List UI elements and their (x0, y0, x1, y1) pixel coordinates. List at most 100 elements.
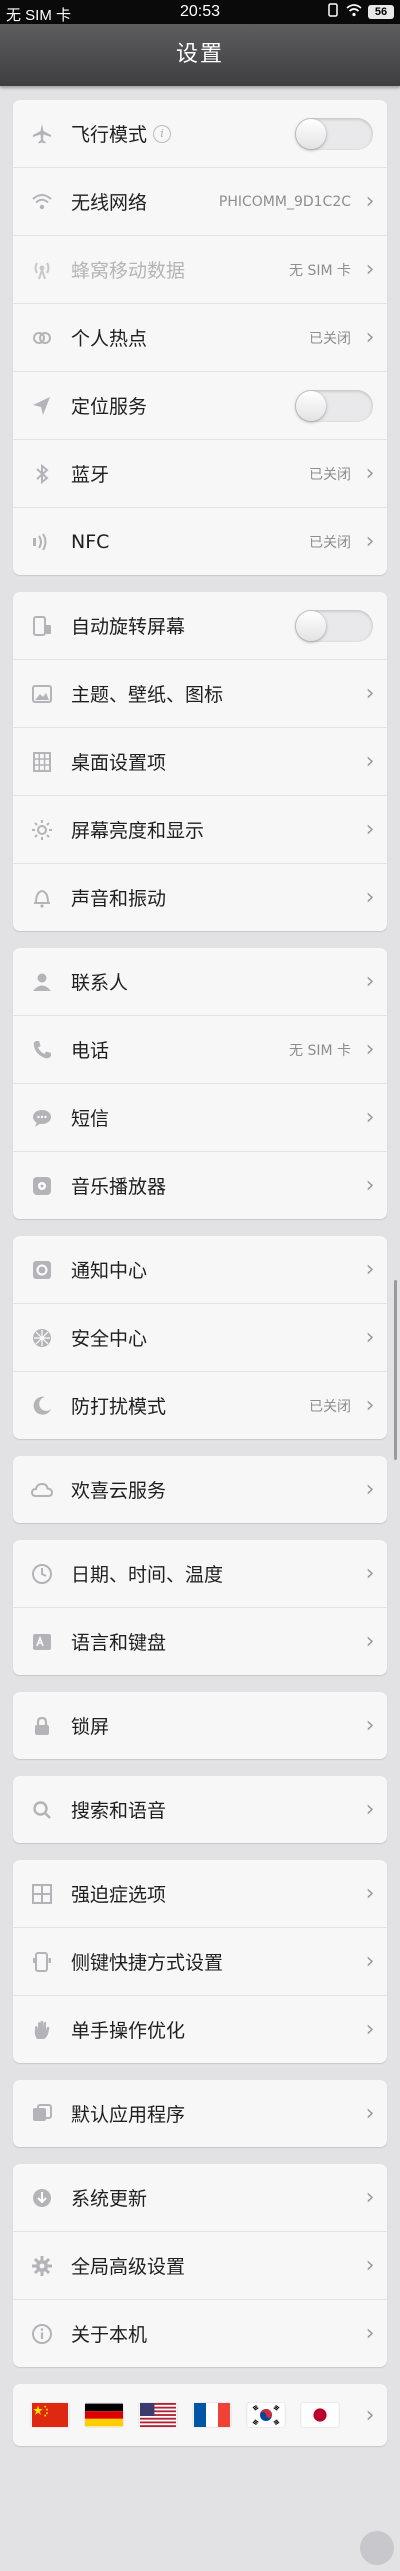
battery-icon: 56 (368, 5, 394, 19)
settings-row-3-2[interactable]: 防打扰模式 已关闭 › (13, 1371, 387, 1439)
settings-group: 欢喜云服务 › (13, 1456, 387, 1523)
settings-row-0-5[interactable]: 蓝牙 已关闭 › (13, 439, 387, 507)
settings-group: 自动旋转屏幕主题、壁纸、图标 › 桌面设置项 › 屏幕亮度和显示 › 声音和振动 › (13, 592, 387, 931)
chevron-right-icon: › (365, 1713, 375, 1738)
hotspot-icon (13, 326, 71, 350)
language-flags-row[interactable]: › (13, 2384, 387, 2446)
settings-row-2-3[interactable]: 音乐播放器 › (13, 1151, 387, 1219)
location-icon (13, 394, 71, 418)
chevron-right-icon: › (365, 969, 375, 994)
brightness-icon (13, 818, 71, 842)
chevron-right-icon: › (365, 1477, 375, 1502)
japan-flag[interactable] (301, 2403, 339, 2427)
toggle-switch[interactable] (295, 117, 373, 150)
scrollbar[interactable] (394, 1280, 397, 1460)
settings-row-0-1[interactable]: 无线网络 PHICOMM_9D1C2C › (13, 167, 387, 235)
toggle-switch[interactable] (295, 389, 373, 422)
airplane-icon (13, 122, 71, 146)
settings-row-status: 已关闭 (309, 466, 351, 483)
settings-row-5-0[interactable]: 日期、时间、温度 › (13, 1540, 387, 1607)
toggle-knob (296, 610, 326, 641)
korea-flag[interactable] (247, 2403, 285, 2427)
france-flag[interactable] (193, 2403, 231, 2427)
usa-flag[interactable] (139, 2403, 177, 2427)
settings-row-9-0[interactable]: 默认应用程序 › (13, 2080, 387, 2147)
settings-row-6-0[interactable]: 锁屏 › (13, 1692, 387, 1759)
security-icon (13, 1326, 71, 1350)
chevron-right-icon: › (365, 1037, 375, 1062)
germany-flag[interactable] (85, 2403, 123, 2427)
settings-row-3-1[interactable]: 安全中心 › (13, 1303, 387, 1371)
default-apps-icon (13, 2102, 71, 2126)
settings-row-0-3[interactable]: 个人热点 已关闭 › (13, 303, 387, 371)
chevron-right-icon: › (365, 529, 375, 554)
grid-icon (13, 750, 71, 774)
settings-row-2-2[interactable]: 短信 › (13, 1083, 387, 1151)
settings-group: 搜索和语音 › (13, 1776, 387, 1843)
chevron-right-icon: › (365, 461, 375, 486)
settings-row-10-1[interactable]: 全局高级设置 › (13, 2231, 387, 2299)
settings-row-label: 侧键快捷方式设置 (71, 1952, 224, 1974)
settings-row-8-1[interactable]: 侧键快捷方式设置 › (13, 1927, 387, 1995)
chevron-right-icon: › (365, 1257, 375, 1282)
settings-row-label: 自动旋转屏幕 (71, 616, 186, 638)
settings-row-8-2[interactable]: 单手操作优化 › (13, 1995, 387, 2063)
language-flags-group: › (13, 2384, 387, 2446)
chevron-right-icon: › (365, 2185, 375, 2210)
search-icon (13, 1798, 71, 1822)
settings-row-10-2[interactable]: 关于本机 › (13, 2299, 387, 2367)
hand-icon (13, 2018, 71, 2042)
chevron-right-icon: › (365, 1881, 375, 1906)
settings-row-1-3[interactable]: 屏幕亮度和显示 › (13, 795, 387, 863)
settings-row-label: 全局高级设置 (71, 2256, 186, 2278)
settings-row-2-1[interactable]: 电话 无 SIM 卡 › (13, 1015, 387, 1083)
settings-row-label: NFC (71, 530, 110, 553)
chevron-right-icon: › (365, 1797, 375, 1822)
settings-row-10-0[interactable]: 系统更新 › (13, 2164, 387, 2231)
chevron-right-icon: › (365, 1393, 375, 1418)
settings-row-5-1[interactable]: 语言和键盘 › (13, 1607, 387, 1675)
chevron-right-icon: › (365, 1105, 375, 1130)
chevron-right-icon: › (365, 257, 375, 282)
tiles-icon (13, 1882, 71, 1906)
settings-row-0-4: 定位服务 (13, 371, 387, 439)
chevron-right-icon: › (365, 749, 375, 774)
settings-group: 飞行模式 i 无线网络 PHICOMM_9D1C2C › 蜂窝移动数据无 SIM 卡 › 个人… (13, 100, 387, 575)
chevron-right-icon: › (365, 1949, 375, 1974)
chevron-right-icon: › (365, 2402, 375, 2428)
settings-row-label: 默认应用程序 (71, 2104, 186, 2126)
settings-row-label: 防打扰模式 (71, 1396, 167, 1418)
settings-row-8-0[interactable]: 强迫症选项 › (13, 1860, 387, 1927)
chevron-right-icon: › (365, 325, 375, 350)
toggle-switch[interactable] (295, 609, 373, 642)
settings-row-label: 短信 (71, 1108, 110, 1130)
bluetooth-icon (13, 462, 71, 486)
settings-row-label: 无线网络 (71, 192, 148, 214)
contact-icon (13, 970, 71, 994)
settings-group: 默认应用程序 › (13, 2080, 387, 2147)
lock-icon (13, 1714, 71, 1738)
info-badge-icon[interactable]: i (153, 124, 172, 143)
settings-row-4-0[interactable]: 欢喜云服务 › (13, 1456, 387, 1523)
orientation-lock-icon (326, 3, 340, 21)
settings-row-label: 单手操作优化 (71, 2020, 186, 2042)
message-icon (13, 1106, 71, 1130)
settings-row-1-4[interactable]: 声音和振动 › (13, 863, 387, 931)
settings-row-2-0[interactable]: 联系人 › (13, 948, 387, 1015)
settings-group: 联系人 › 电话 无 SIM 卡 › 短信 › 音乐播放器 › (13, 948, 387, 1219)
settings-row-7-0[interactable]: 搜索和语音 › (13, 1776, 387, 1843)
chevron-right-icon: › (365, 885, 375, 910)
chevron-right-icon: › (365, 1173, 375, 1198)
china-flag[interactable] (31, 2403, 69, 2427)
phone-icon (13, 1038, 71, 1062)
settings-row-0-6[interactable]: NFC 已关闭 › (13, 507, 387, 575)
settings-row-label: 日期、时间、温度 (71, 1564, 224, 1586)
settings-row-3-0[interactable]: 通知中心 › (13, 1236, 387, 1303)
nav-bar: 设置 (0, 24, 400, 86)
settings-row-status: PHICOMM_9D1C2C (218, 193, 351, 210)
settings-row-0-2[interactable]: 蜂窝移动数据 无 SIM 卡 › (13, 235, 387, 303)
chevron-right-icon: › (365, 2017, 375, 2042)
chevron-right-icon: › (365, 2253, 375, 2278)
settings-row-1-1[interactable]: 主题、壁纸、图标 › (13, 659, 387, 727)
settings-row-1-2[interactable]: 桌面设置项 › (13, 727, 387, 795)
